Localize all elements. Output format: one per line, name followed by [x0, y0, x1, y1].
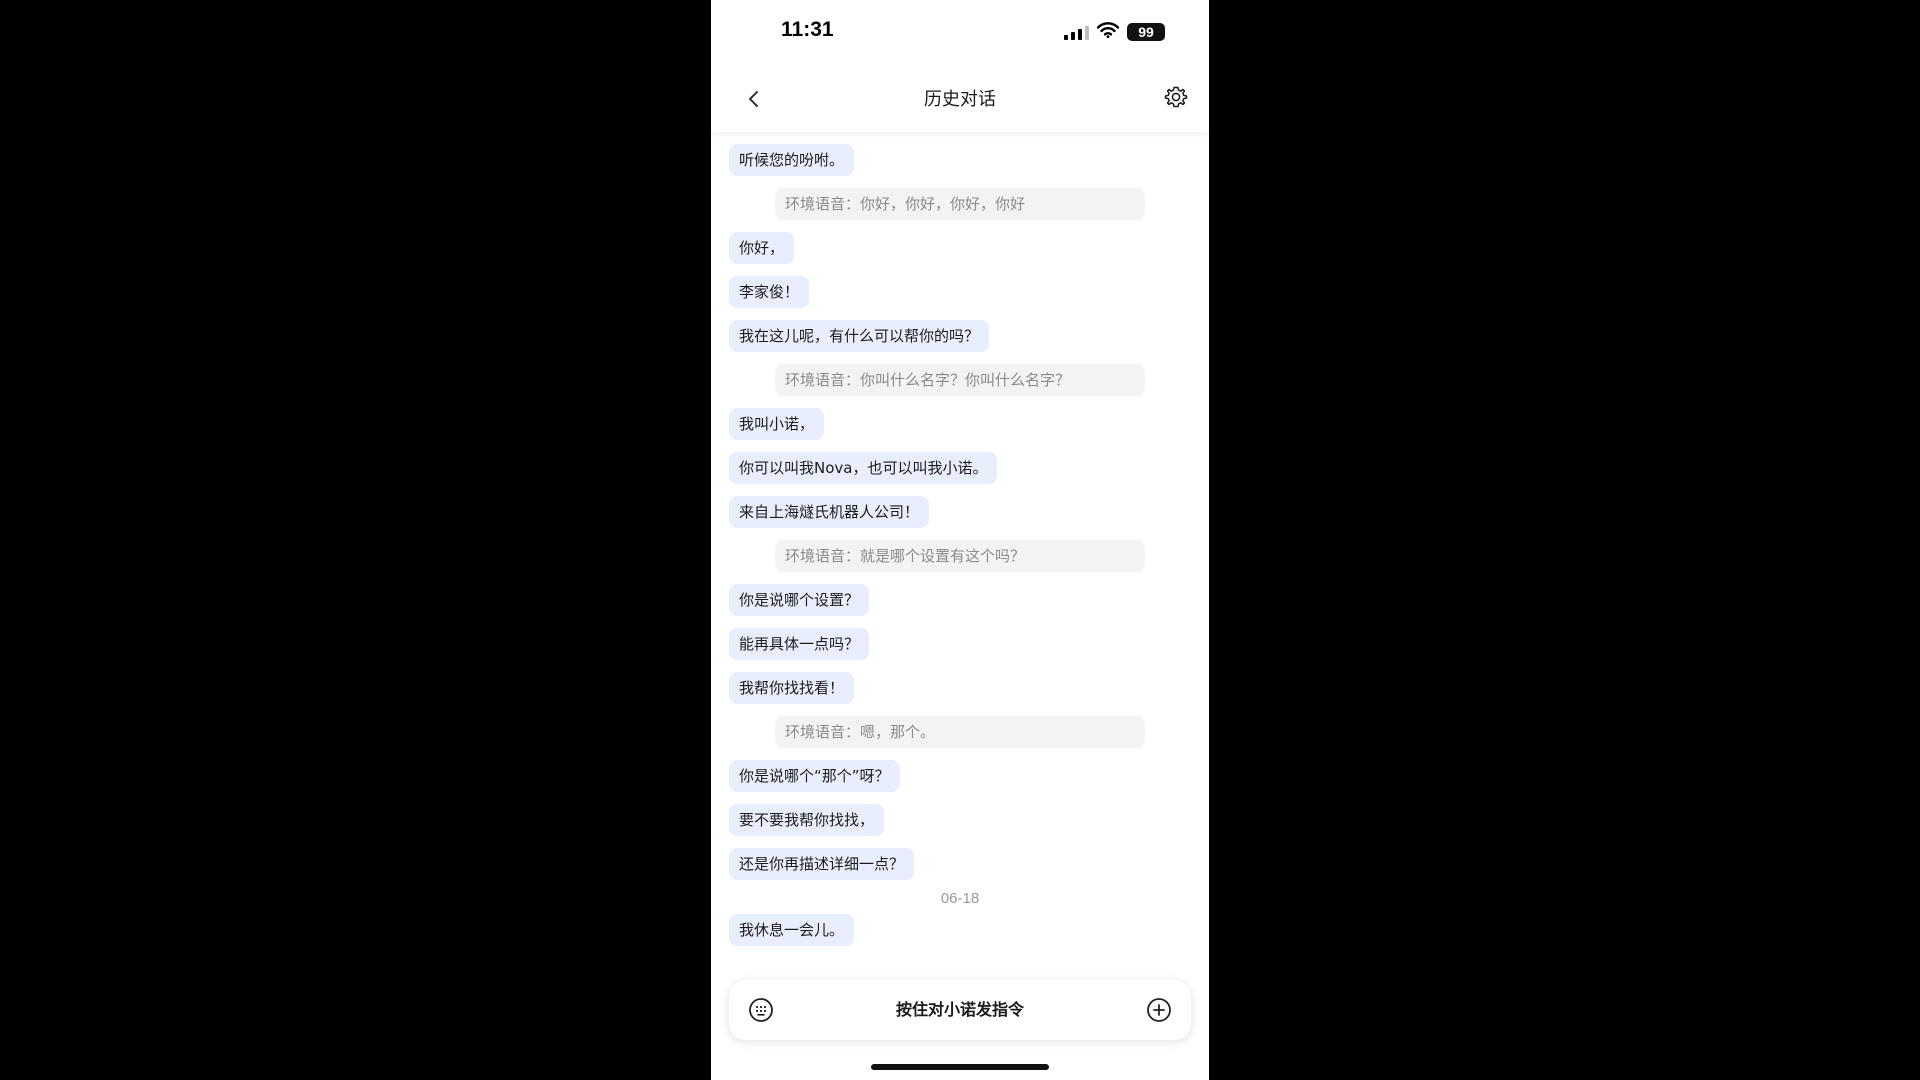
reply-message: 你可以叫我Nova，也可以叫我小诺。 — [729, 452, 998, 484]
ambient-speech-message: 环境语音：嗯，那个。 — [775, 716, 1145, 748]
reply-message: 要不要我帮你找找， — [729, 804, 885, 836]
hold-to-talk-button[interactable]: 按住对小诺发指令 — [799, 980, 1121, 1040]
input-bar: 按住对小诺发指令 — [729, 980, 1191, 1040]
plus-circle-icon — [1147, 998, 1171, 1022]
reply-message: 能再具体一点吗？ — [729, 628, 870, 660]
reply-message: 你是说哪个设置？ — [729, 584, 870, 616]
reply-message: 听候您的吩咐。 — [729, 144, 855, 176]
signal-icon — [1064, 24, 1089, 40]
reply-message: 来自上海燧氏机器人公司！ — [729, 496, 930, 528]
reply-message: 还是你再描述详细一点？ — [729, 848, 915, 880]
battery-icon: 99 — [1127, 23, 1165, 41]
reply-message: 我叫小诺， — [729, 408, 825, 440]
phone-screen: 11:31 99 历史对话 听候您的吩咐。 环境语音：你好，你好，你好，你好 你… — [711, 0, 1209, 1080]
gear-icon — [1164, 86, 1188, 108]
add-button[interactable] — [1145, 996, 1173, 1024]
page-title: 历史对话 — [924, 89, 996, 110]
nav-bar: 历史对话 — [711, 66, 1209, 132]
settings-button[interactable] — [1159, 80, 1193, 114]
home-indicator[interactable] — [871, 1064, 1049, 1070]
reply-message: 李家俊！ — [729, 276, 810, 308]
keyboard-button[interactable] — [747, 996, 775, 1024]
reply-message: 我帮你找找看！ — [729, 672, 855, 704]
status-time: 11:31 — [781, 18, 834, 41]
chat-history[interactable]: 听候您的吩咐。 环境语音：你好，你好，你好，你好 你好， 李家俊！ 我在这儿呢，… — [711, 132, 1209, 960]
date-separator: 06-18 — [940, 890, 980, 907]
reply-message: 你好， — [729, 232, 795, 264]
status-bar: 11:31 99 — [711, 0, 1209, 66]
status-icons: 99 — [1064, 22, 1165, 42]
letterbox-background: 11:31 99 历史对话 听候您的吩咐。 环境语音：你好，你好，你好，你好 你… — [0, 0, 1920, 1080]
reply-message: 你是说哪个“那个”呀？ — [729, 760, 900, 792]
reply-message: 我在这儿呢，有什么可以帮你的吗？ — [729, 320, 990, 352]
keyboard-icon — [749, 998, 773, 1022]
ambient-speech-message: 环境语音：你好，你好，你好，你好 — [775, 188, 1145, 220]
ambient-speech-message: 环境语音：就是哪个设置有这个吗？ — [775, 540, 1145, 572]
reply-message: 我休息一会儿。 — [729, 914, 855, 946]
ambient-speech-message: 环境语音：你叫什么名字？你叫什么名字？ — [775, 364, 1145, 396]
wifi-icon — [1096, 22, 1120, 42]
